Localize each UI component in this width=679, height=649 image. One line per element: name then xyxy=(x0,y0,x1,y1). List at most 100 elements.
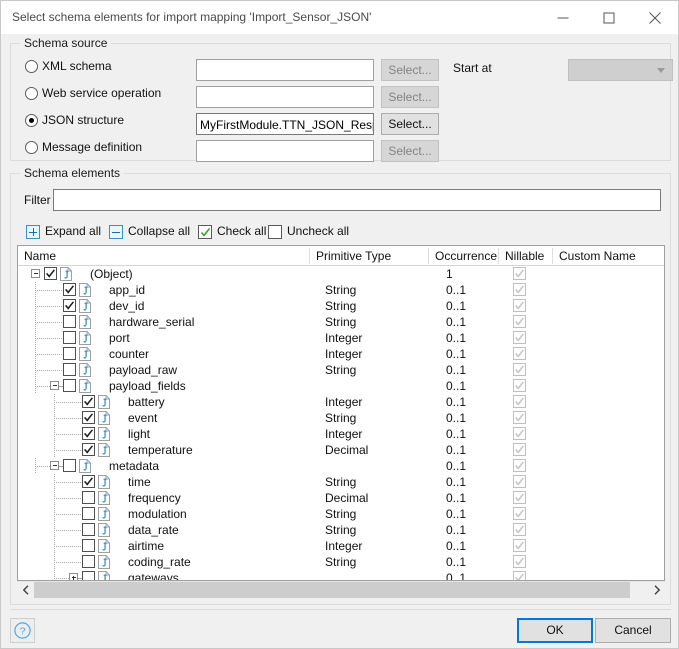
row-checkbox[interactable] xyxy=(82,571,95,580)
row-custom-name[interactable] xyxy=(561,395,661,409)
radio-xml-schema[interactable] xyxy=(25,60,38,73)
row-checkbox[interactable] xyxy=(44,267,57,280)
row-nillable-checkbox[interactable] xyxy=(513,347,526,360)
row-checkbox[interactable] xyxy=(82,475,95,488)
row-nillable-checkbox[interactable] xyxy=(513,539,526,552)
table-row[interactable]: modulation String 0..1 xyxy=(18,506,664,522)
cancel-button[interactable]: Cancel xyxy=(595,618,671,643)
table-row[interactable]: light Integer 0..1 xyxy=(18,426,664,442)
column-divider-3[interactable] xyxy=(498,248,499,264)
row-custom-name[interactable] xyxy=(561,283,661,297)
row-checkbox[interactable] xyxy=(63,379,76,392)
message-definition-field[interactable] xyxy=(196,140,374,162)
row-custom-name[interactable] xyxy=(561,267,661,281)
row-checkbox[interactable] xyxy=(63,347,76,360)
help-button[interactable]: ? xyxy=(10,618,35,643)
table-row[interactable]: gateways 0..1 xyxy=(18,570,664,580)
column-header-name[interactable]: Name xyxy=(24,249,56,263)
row-checkbox[interactable] xyxy=(63,283,76,296)
column-divider-2[interactable] xyxy=(428,248,429,264)
scroll-right-arrow[interactable] xyxy=(648,582,665,598)
row-checkbox[interactable] xyxy=(82,555,95,568)
radio-message-definition[interactable] xyxy=(25,141,38,154)
horizontal-scrollbar[interactable] xyxy=(17,581,665,598)
table-row[interactable]: frequency Decimal 0..1 xyxy=(18,490,664,506)
table-row[interactable]: app_id String 0..1 xyxy=(18,282,664,298)
row-checkbox[interactable] xyxy=(82,427,95,440)
row-custom-name[interactable] xyxy=(561,491,661,505)
table-row[interactable]: battery Integer 0..1 xyxy=(18,394,664,410)
row-checkbox[interactable] xyxy=(63,363,76,376)
row-nillable-checkbox[interactable] xyxy=(513,523,526,536)
row-custom-name[interactable] xyxy=(561,571,661,580)
row-checkbox[interactable] xyxy=(82,523,95,536)
table-row[interactable]: coding_rate String 0..1 xyxy=(18,554,664,570)
ok-button[interactable]: OK xyxy=(517,618,593,643)
row-custom-name[interactable] xyxy=(561,315,661,329)
row-nillable-checkbox[interactable] xyxy=(513,555,526,568)
radio-web-service-operation[interactable] xyxy=(25,87,38,100)
row-nillable-checkbox[interactable] xyxy=(513,379,526,392)
column-divider-1[interactable] xyxy=(309,248,310,264)
row-custom-name[interactable] xyxy=(561,507,661,521)
collapse-node-icon[interactable] xyxy=(50,461,59,470)
filter-input[interactable] xyxy=(53,189,661,211)
row-nillable-checkbox[interactable] xyxy=(513,491,526,504)
table-row[interactable]: event String 0..1 xyxy=(18,410,664,426)
row-checkbox[interactable] xyxy=(82,539,95,552)
row-custom-name[interactable] xyxy=(561,523,661,537)
row-checkbox[interactable] xyxy=(82,507,95,520)
row-custom-name[interactable] xyxy=(561,443,661,457)
row-custom-name[interactable] xyxy=(561,411,661,425)
table-row[interactable]: payload_raw String 0..1 xyxy=(18,362,664,378)
row-nillable-checkbox[interactable] xyxy=(513,363,526,376)
table-row[interactable]: data_rate String 0..1 xyxy=(18,522,664,538)
row-nillable-checkbox[interactable] xyxy=(513,571,526,580)
row-checkbox[interactable] xyxy=(63,299,76,312)
expand-node-icon[interactable] xyxy=(69,573,78,580)
message-definition-select-button[interactable]: Select... xyxy=(381,140,439,162)
xml-schema-field[interactable] xyxy=(196,59,374,81)
web-service-operation-field[interactable] xyxy=(196,86,374,108)
table-row[interactable]: dev_id String 0..1 xyxy=(18,298,664,314)
row-nillable-checkbox[interactable] xyxy=(513,507,526,520)
collapse-node-icon[interactable] xyxy=(31,269,40,278)
json-structure-select-button[interactable]: Select... xyxy=(381,113,439,135)
column-header-primitive-type[interactable]: Primitive Type xyxy=(316,249,391,263)
close-button[interactable] xyxy=(632,1,678,34)
table-row[interactable]: counter Integer 0..1 xyxy=(18,346,664,362)
table-row[interactable]: airtime Integer 0..1 xyxy=(18,538,664,554)
row-checkbox[interactable] xyxy=(82,443,95,456)
row-nillable-checkbox[interactable] xyxy=(513,411,526,424)
row-nillable-checkbox[interactable] xyxy=(513,459,526,472)
row-custom-name[interactable] xyxy=(561,379,661,393)
row-custom-name[interactable] xyxy=(561,555,661,569)
row-nillable-checkbox[interactable] xyxy=(513,443,526,456)
table-row[interactable]: temperature Decimal 0..1 xyxy=(18,442,664,458)
json-structure-field[interactable]: MyFirstModule.TTN_JSON_Respo xyxy=(196,113,374,135)
web-service-operation-select-button[interactable]: Select... xyxy=(381,86,439,108)
table-row[interactable]: metadata 0..1 xyxy=(18,458,664,474)
row-custom-name[interactable] xyxy=(561,347,661,361)
table-row[interactable]: (Object) 1 xyxy=(18,266,664,282)
maximize-button[interactable] xyxy=(586,1,632,34)
row-checkbox[interactable] xyxy=(63,459,76,472)
row-nillable-checkbox[interactable] xyxy=(513,315,526,328)
row-custom-name[interactable] xyxy=(561,363,661,377)
table-row[interactable]: hardware_serial String 0..1 xyxy=(18,314,664,330)
table-row[interactable]: time String 0..1 xyxy=(18,474,664,490)
start-at-combo[interactable] xyxy=(568,59,673,81)
scroll-left-arrow[interactable] xyxy=(17,582,34,598)
radio-json-structure[interactable] xyxy=(25,114,38,127)
row-nillable-checkbox[interactable] xyxy=(513,283,526,296)
row-custom-name[interactable] xyxy=(561,427,661,441)
row-nillable-checkbox[interactable] xyxy=(513,299,526,312)
row-checkbox[interactable] xyxy=(82,411,95,424)
xml-schema-select-button[interactable]: Select... xyxy=(381,59,439,81)
row-checkbox[interactable] xyxy=(63,315,76,328)
row-nillable-checkbox[interactable] xyxy=(513,427,526,440)
row-checkbox[interactable] xyxy=(63,331,76,344)
row-custom-name[interactable] xyxy=(561,299,661,313)
row-nillable-checkbox[interactable] xyxy=(513,395,526,408)
row-custom-name[interactable] xyxy=(561,539,661,553)
